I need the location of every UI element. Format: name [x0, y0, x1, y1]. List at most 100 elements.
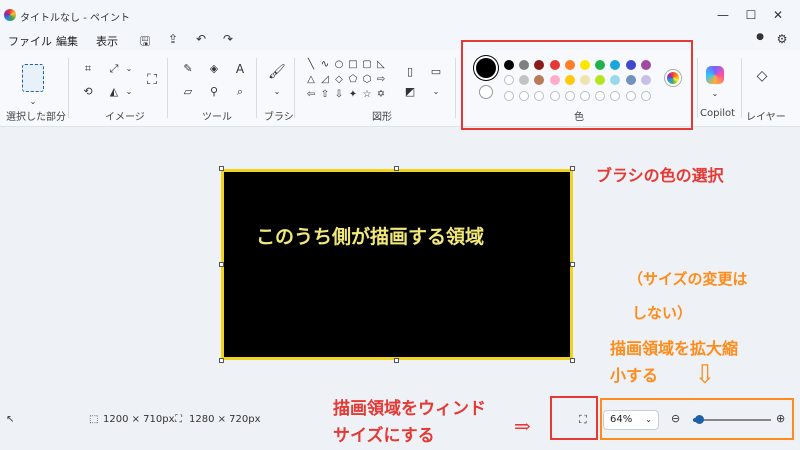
resize-handle-nw[interactable]: [219, 166, 224, 171]
group-label-selection: 選択した部分: [6, 112, 66, 123]
shape-right-triangle-icon[interactable]: ◿: [318, 73, 332, 87]
flip-icon[interactable]: ◭: [106, 84, 122, 100]
shape-star5-icon[interactable]: ☆: [360, 88, 374, 102]
shape-arrow-up-icon[interactable]: ⇧: [318, 88, 332, 102]
menu-file[interactable]: ファイル: [8, 33, 52, 49]
group-label-copilot: Copilot: [700, 108, 736, 119]
paint-app-icon: [4, 9, 16, 21]
drawing-canvas[interactable]: [221, 169, 573, 360]
resize-handle-se[interactable]: [570, 358, 575, 363]
layers-icon[interactable]: ◇: [754, 68, 770, 84]
settings-gear-icon[interactable]: ⚙: [774, 32, 790, 46]
chevron-down-icon[interactable]: ⌄: [707, 86, 723, 102]
share-icon[interactable]: ⇪: [165, 32, 181, 46]
shape-oval-icon[interactable]: ○: [332, 58, 346, 72]
resize-icon[interactable]: ⤢: [106, 61, 122, 77]
zoom-slider-track[interactable]: [693, 419, 771, 421]
ribbon-divider: [741, 58, 742, 118]
shapes-gallery: ╲ ∿ ○ □ ▢ ◺ △ ◿ ◇ ⬠ ⬡ ⇨ ⇦ ⇧ ⇩ ✦ ☆ ✡: [300, 58, 396, 104]
selection-tool-icon[interactable]: [22, 64, 44, 92]
shape-diamond-icon[interactable]: ◇: [332, 73, 346, 87]
group-label-brushes: ブラシ: [264, 112, 294, 123]
shape-triangle-icon[interactable]: △: [304, 73, 318, 87]
chevron-down-icon[interactable]: ⌄: [121, 61, 137, 77]
shape-outline-icon[interactable]: ▯: [402, 64, 418, 80]
annotation-zoom-note-line2: 小する: [610, 366, 659, 385]
magnifier-icon[interactable]: ⌕: [232, 84, 248, 100]
zoom-out-icon[interactable]: ⊖: [671, 412, 680, 425]
copilot-icon[interactable]: [706, 66, 724, 84]
shape-line-icon[interactable]: ╲: [304, 58, 318, 72]
eraser-icon[interactable]: ▱: [180, 84, 196, 100]
group-label-shapes: 図形: [372, 112, 392, 123]
annotation-zoom-note-line1: 描画領域を拡大縮: [610, 339, 739, 358]
annotation-size-note-line2: しない）: [632, 304, 693, 322]
shape-arrow-left-icon[interactable]: ⇦: [304, 88, 318, 102]
ribbon-divider: [167, 58, 168, 118]
text-icon[interactable]: A: [232, 61, 248, 77]
fill-bucket-icon[interactable]: ◈: [206, 61, 222, 77]
zoom-level-select[interactable]: 64% ⌄: [603, 410, 659, 430]
annotation-fit-note-line2: サイズにする: [333, 426, 435, 446]
menu-view[interactable]: 表示: [96, 33, 118, 49]
ribbon-divider: [455, 58, 456, 118]
brush-icon[interactable]: 🖌: [268, 64, 286, 80]
annotation-arrow-down: ⇩: [694, 360, 716, 390]
maximize-button[interactable]: ☐: [740, 6, 762, 24]
canvas-text: このうち側が描画する領域: [256, 226, 485, 248]
minimize-button[interactable]: —: [712, 6, 734, 24]
zoom-level-value: 64%: [610, 414, 633, 425]
shape-arrow-down-icon[interactable]: ⇩: [332, 88, 346, 102]
redo-icon[interactable]: ↷: [220, 32, 236, 46]
shape-rectangle-icon[interactable]: □: [346, 58, 360, 72]
ribbon-divider: [256, 58, 257, 118]
ribbon-divider: [697, 58, 698, 118]
resize-handle-w[interactable]: [219, 262, 224, 267]
shape-star4-icon[interactable]: ✦: [346, 88, 360, 102]
resize-handle-sw[interactable]: [219, 358, 224, 363]
rotate-icon[interactable]: ⟲: [80, 84, 96, 100]
resize-handle-s[interactable]: [394, 358, 399, 363]
zoom-in-icon[interactable]: ⊕: [776, 412, 785, 425]
pointer-icon: ↖: [6, 414, 15, 425]
annotation-color-box: [461, 40, 693, 130]
shape-polygon-icon[interactable]: ◺: [374, 58, 388, 72]
annotation-arrow-right: ⇒: [514, 414, 531, 438]
shape-curve-icon[interactable]: ∿: [318, 58, 332, 72]
shape-style-icon[interactable]: ▭: [428, 64, 444, 80]
close-button[interactable]: ✕: [767, 6, 789, 24]
ribbon-divider: [294, 58, 295, 118]
resize-handle-e[interactable]: [570, 262, 575, 267]
pencil-icon[interactable]: ✎: [180, 61, 196, 77]
selection-size-icon: ⬚: [89, 414, 99, 425]
chevron-down-icon[interactable]: ⌄: [428, 84, 444, 100]
chevron-down-icon[interactable]: ⌄: [269, 84, 285, 100]
resize-handle-ne[interactable]: [570, 166, 575, 171]
shape-rounded-rect-icon[interactable]: ▢: [360, 58, 374, 72]
crop-icon[interactable]: ⌗: [80, 61, 96, 77]
annotation-fit-box: [550, 396, 598, 440]
shape-arrow-icon[interactable]: ⇨: [374, 73, 388, 87]
color-picker-icon[interactable]: ⚲: [206, 84, 222, 100]
undo-icon[interactable]: ↶: [193, 32, 209, 46]
resize-handle-n[interactable]: [394, 166, 399, 171]
group-label-tools: ツール: [202, 112, 232, 123]
shape-pentagon-icon[interactable]: ⬠: [346, 73, 360, 87]
group-label-image: イメージ: [105, 112, 145, 123]
image-select-icon[interactable]: ⛶: [144, 72, 160, 88]
group-label-layers: レイヤー: [746, 112, 786, 123]
fit-to-window-icon[interactable]: ⛶: [579, 413, 587, 427]
ribbon-divider: [68, 58, 69, 118]
shape-fill-icon[interactable]: ◩: [402, 84, 418, 100]
annotation-brush-color: ブラシの色の選択: [596, 166, 724, 185]
window-title: タイトルなし - ペイント: [20, 13, 130, 24]
account-icon[interactable]: ●: [752, 32, 768, 42]
annotation-size-note-line1: （サイズの変更は: [628, 270, 748, 288]
menu-edit[interactable]: 編集: [56, 33, 78, 49]
annotation-fit-note-line1: 描画領域をウィンド: [333, 399, 486, 419]
chevron-down-icon: ⌄: [645, 415, 652, 424]
shape-star6-icon[interactable]: ✡: [374, 88, 388, 102]
selection-size-text: 1200 × 710px: [103, 414, 175, 425]
chevron-down-icon[interactable]: ⌄: [121, 84, 137, 100]
shape-hexagon-icon[interactable]: ⬡: [360, 73, 374, 87]
